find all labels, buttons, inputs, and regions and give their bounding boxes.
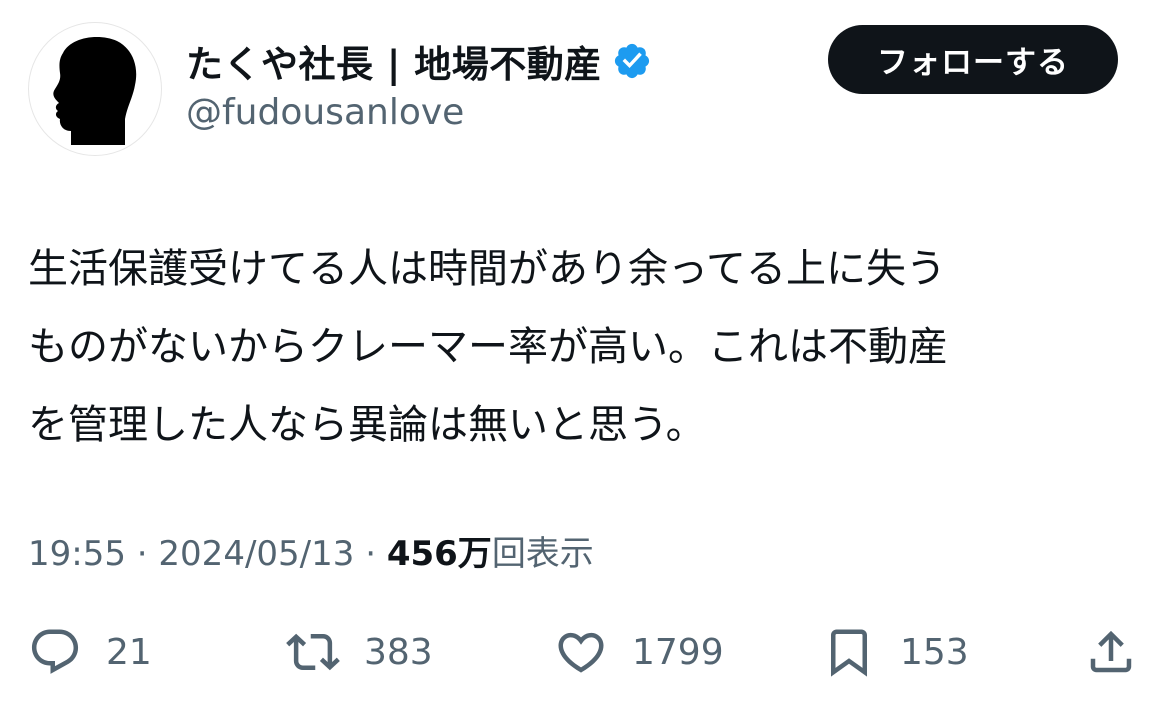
follow-button[interactable]: フォローする [828, 25, 1118, 94]
tweet-time[interactable]: 19:55 [28, 534, 126, 574]
reply-button[interactable]: 21 [28, 620, 152, 684]
tweet-meta: 19:55 · 2024/05/13 · 456万回表示 [28, 526, 594, 575]
retweet-icon [286, 633, 340, 671]
share-button[interactable] [1084, 620, 1138, 684]
heart-icon [558, 632, 604, 673]
verified-badge-icon [614, 43, 649, 79]
retweet-count: 383 [364, 631, 433, 673]
bookmark-button[interactable]: 153 [822, 620, 969, 684]
avatar[interactable] [28, 22, 162, 156]
share-icon [1090, 630, 1132, 673]
meta-separator: · [125, 534, 159, 574]
tweet-text: 生活保護受けてる人は時間があり余ってる上に失う ものがないからクレーマー率が高い… [28, 246, 948, 448]
action-bar: 21 383 1799 153 [0, 620, 1170, 684]
views-label: 回表示 [491, 534, 594, 574]
silhouette-profile-icon [53, 37, 137, 145]
display-name[interactable]: たくや社長 | 地場不動産 [186, 34, 602, 88]
like-button[interactable]: 1799 [554, 620, 724, 684]
bookmark-count: 153 [900, 631, 969, 673]
views-count: 456万 [386, 534, 492, 574]
tweet-date[interactable]: 2024/05/13 [158, 534, 354, 574]
like-count: 1799 [632, 631, 724, 673]
name-row: たくや社長 | 地場不動産 [186, 34, 652, 88]
reply-count: 21 [106, 631, 152, 673]
meta-separator: · [354, 534, 387, 574]
reply-icon [31, 629, 79, 674]
retweet-button[interactable]: 383 [286, 620, 433, 684]
user-handle[interactable]: @fudousanlove [186, 92, 464, 133]
bookmark-icon [831, 629, 867, 677]
